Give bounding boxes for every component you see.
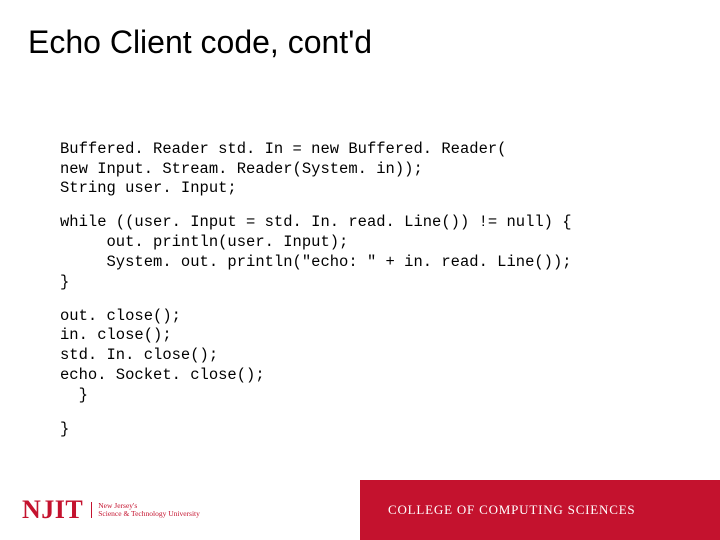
code-line: echo. Socket. close(); (60, 366, 265, 384)
code-line: Buffered. Reader std. In = new Buffered.… (60, 140, 506, 158)
code-line: } (60, 420, 69, 438)
college-name: COLLEGE OF COMPUTING SCIENCES (388, 502, 635, 518)
code-line: while ((user. Input = std. In. read. Lin… (60, 213, 572, 231)
code-line: out. close(); (60, 307, 181, 325)
code-block: Buffered. Reader std. In = new Buffered.… (60, 120, 572, 459)
code-line: new Input. Stream. Reader(System. in)); (60, 160, 423, 178)
code-line: } (60, 386, 88, 404)
code-line: out. println(user. Input); (60, 233, 348, 251)
slide-title: Echo Client code, cont'd (28, 24, 372, 61)
njit-logo-text: NJIT (22, 497, 83, 523)
footer-left: NJIT New Jersey's Science & Technology U… (0, 480, 360, 540)
njit-subtext: New Jersey's Science & Technology Univer… (91, 502, 200, 518)
njit-logo-block: NJIT New Jersey's Science & Technology U… (22, 497, 200, 523)
code-line: System. out. println("echo: " + in. read… (60, 253, 572, 271)
code-line: std. In. close(); (60, 346, 218, 364)
footer: NJIT New Jersey's Science & Technology U… (0, 480, 720, 540)
code-line: } (60, 273, 69, 291)
code-line: String user. Input; (60, 179, 237, 197)
code-line: in. close(); (60, 326, 172, 344)
footer-right: COLLEGE OF COMPUTING SCIENCES (360, 480, 720, 540)
slide: Echo Client code, cont'd Buffered. Reade… (0, 0, 720, 540)
njit-sub-line: Science & Technology University (98, 510, 200, 518)
